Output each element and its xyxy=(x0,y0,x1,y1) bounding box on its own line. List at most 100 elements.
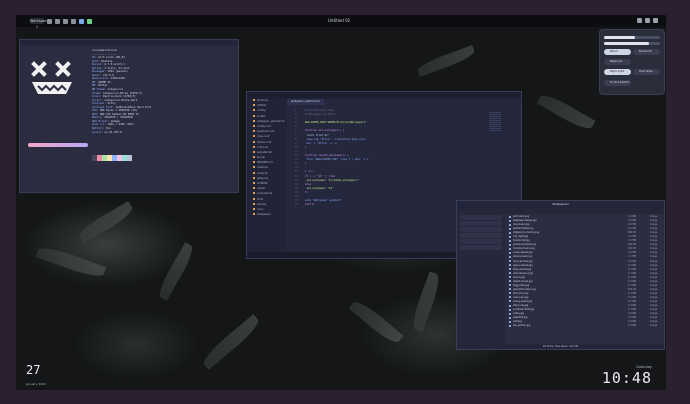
editor-tab[interactable]: wallpaper_switcher.sh xyxy=(287,99,324,105)
info-key: Battery: xyxy=(92,127,107,131)
explorer-item-label: archlinux xyxy=(257,99,269,102)
sidebar-item[interactable] xyxy=(460,233,502,238)
sidebar-item[interactable] xyxy=(460,239,502,244)
volume-icon[interactable] xyxy=(645,18,650,23)
file-type: Image xyxy=(650,324,658,328)
code-area[interactable]: 1 #!/usr/bin/env bash 2 # wallpaper switche… xyxy=(295,109,368,207)
code-text: } xyxy=(305,162,307,166)
network-icon[interactable] xyxy=(637,18,642,23)
explorer-item-label: wallpaper_switcher.sh xyxy=(257,119,285,123)
file-manager-window[interactable]: Wallpapers arch-dark.png 1.2 MB Image wallp… xyxy=(456,200,665,350)
do-not-disturb-toggle[interactable]: Do Not Disturb xyxy=(604,80,631,86)
explorer-item-label: env.sh xyxy=(257,156,266,160)
explorer-item-label: dotfiles xyxy=(257,104,267,108)
dark-style-toggle[interactable]: Dark Style xyxy=(633,69,660,75)
file-icon xyxy=(253,140,255,143)
code-text: wal -i "$file" -n -q xyxy=(305,141,337,145)
info-line: Locale: en_US.UTF-8 xyxy=(92,131,232,135)
info-key: Terminal: xyxy=(92,102,108,106)
discord-icon[interactable] xyxy=(79,18,84,24)
explorer-item-label: README.md xyxy=(257,161,273,165)
file-icon xyxy=(253,114,255,117)
explorer-item-label: screenshots xyxy=(257,192,273,196)
desktop: Workspace 1 Untitled 01 vivian@archlinux… xyxy=(16,15,666,390)
info-value: Papirus-Dark [GTK2/3] xyxy=(102,95,136,99)
info-key: WM Theme: xyxy=(92,88,108,92)
file-icon xyxy=(253,124,255,127)
file-icon xyxy=(253,130,255,133)
info-value: 1094 (pacman) xyxy=(107,70,128,74)
file-icon xyxy=(253,99,255,101)
explorer-item-label: gitignore xyxy=(257,176,269,180)
sidebar-item[interactable] xyxy=(460,245,502,250)
terminal-icon[interactable] xyxy=(47,18,52,24)
wifi-toggle[interactable]: Wired xyxy=(604,49,631,55)
date-widget: 27 xyxy=(26,363,41,377)
explorer-item-label: setup.sh xyxy=(257,171,268,175)
code-text: function set_wallpaper() { xyxy=(305,129,345,133)
info-value: 182G / 930G (20%) xyxy=(107,123,135,127)
volume-slider[interactable] xyxy=(604,36,660,39)
bluetooth-toggle[interactable]: Bluetooth xyxy=(633,49,660,55)
brightness-slider[interactable] xyxy=(604,42,660,45)
code-text: echo "Wallpaper updated" xyxy=(305,199,342,203)
file-icon xyxy=(253,145,255,148)
terminal-window[interactable]: vivian@archlinux ---------------- OS: Arch… xyxy=(19,39,239,193)
power-mode-toggle[interactable]: Balanced xyxy=(604,59,631,65)
file-icon xyxy=(253,176,255,179)
file-manager-title: Wallpapers xyxy=(457,201,664,208)
workspace-indicator[interactable]: Workspace 1 xyxy=(30,18,49,29)
explorer-item-label: keybinds.conf xyxy=(257,130,275,134)
file-icon xyxy=(253,150,255,153)
code-text: else xyxy=(305,182,312,186)
editor-icon[interactable] xyxy=(71,18,76,24)
explorer-item[interactable]: wallpapers xyxy=(247,213,287,218)
file-icon xyxy=(253,213,255,216)
explorer-item-label: rules.conf xyxy=(257,135,270,139)
file-icon xyxy=(253,202,255,205)
info-key: Memory: xyxy=(92,116,105,120)
explorer-item-label: install.sh xyxy=(257,166,269,170)
date-sub: January 2024 xyxy=(26,382,46,386)
file-icon xyxy=(253,171,255,174)
file-manager-status: 28 items, Free space: 412 GB xyxy=(457,344,664,349)
file-icon xyxy=(253,197,255,200)
code-text: # wallpaper switcher xyxy=(305,113,336,117)
code-text: swww img "$file" --transition-type grow xyxy=(305,137,366,141)
power-icon[interactable] xyxy=(653,18,658,23)
code-text: function random_wallpaper() { xyxy=(305,154,349,158)
file-icon xyxy=(253,104,255,107)
spotify-icon[interactable] xyxy=(87,18,92,24)
info-value: en_US.UTF-8 xyxy=(104,130,122,134)
file-icon xyxy=(253,135,255,138)
browser-icon[interactable] xyxy=(63,18,68,24)
system-info: vivian@archlinux ---------------- OS: Arch… xyxy=(92,49,232,134)
code-text: local file="$1" xyxy=(305,133,330,137)
explorer-item-label: wallpapers xyxy=(257,213,271,217)
line-number: 24 xyxy=(295,203,299,207)
terminal-titlebar[interactable] xyxy=(20,40,238,46)
file-icon xyxy=(253,192,255,195)
color-swatches xyxy=(92,155,132,161)
code-text: set_wallpaper "$(random_wallpaper)" xyxy=(305,178,360,182)
night-light-toggle[interactable]: Night Light xyxy=(604,69,631,75)
info-value: 4812MiB / 32030MiB xyxy=(104,116,133,120)
minimap[interactable] xyxy=(489,112,501,132)
code-text: } xyxy=(305,145,307,149)
explorer-item-label: .config xyxy=(257,109,266,113)
file-icon xyxy=(253,182,255,184)
explorer-item-label: LICENSE xyxy=(257,182,268,185)
file-row[interactable]: zen-garden.jpg 2.5 MB Image xyxy=(507,324,662,328)
info-key: Icons: xyxy=(92,95,103,99)
info-value: Arch Linux x86_64 xyxy=(98,56,125,60)
code-text: fi xyxy=(305,190,309,194)
file-icon xyxy=(253,119,255,122)
sidebar-item[interactable] xyxy=(460,221,502,226)
files-icon[interactable] xyxy=(55,18,60,24)
sidebar-item[interactable] xyxy=(460,227,502,232)
sidebar-item[interactable] xyxy=(460,215,502,220)
editor-titlebar[interactable] xyxy=(247,92,521,99)
quick-settings-panel: Wired Bluetooth Balanced Night Light Dar… xyxy=(599,29,665,95)
code-text: exit 0 xyxy=(305,203,315,207)
places-sidebar xyxy=(457,214,505,344)
